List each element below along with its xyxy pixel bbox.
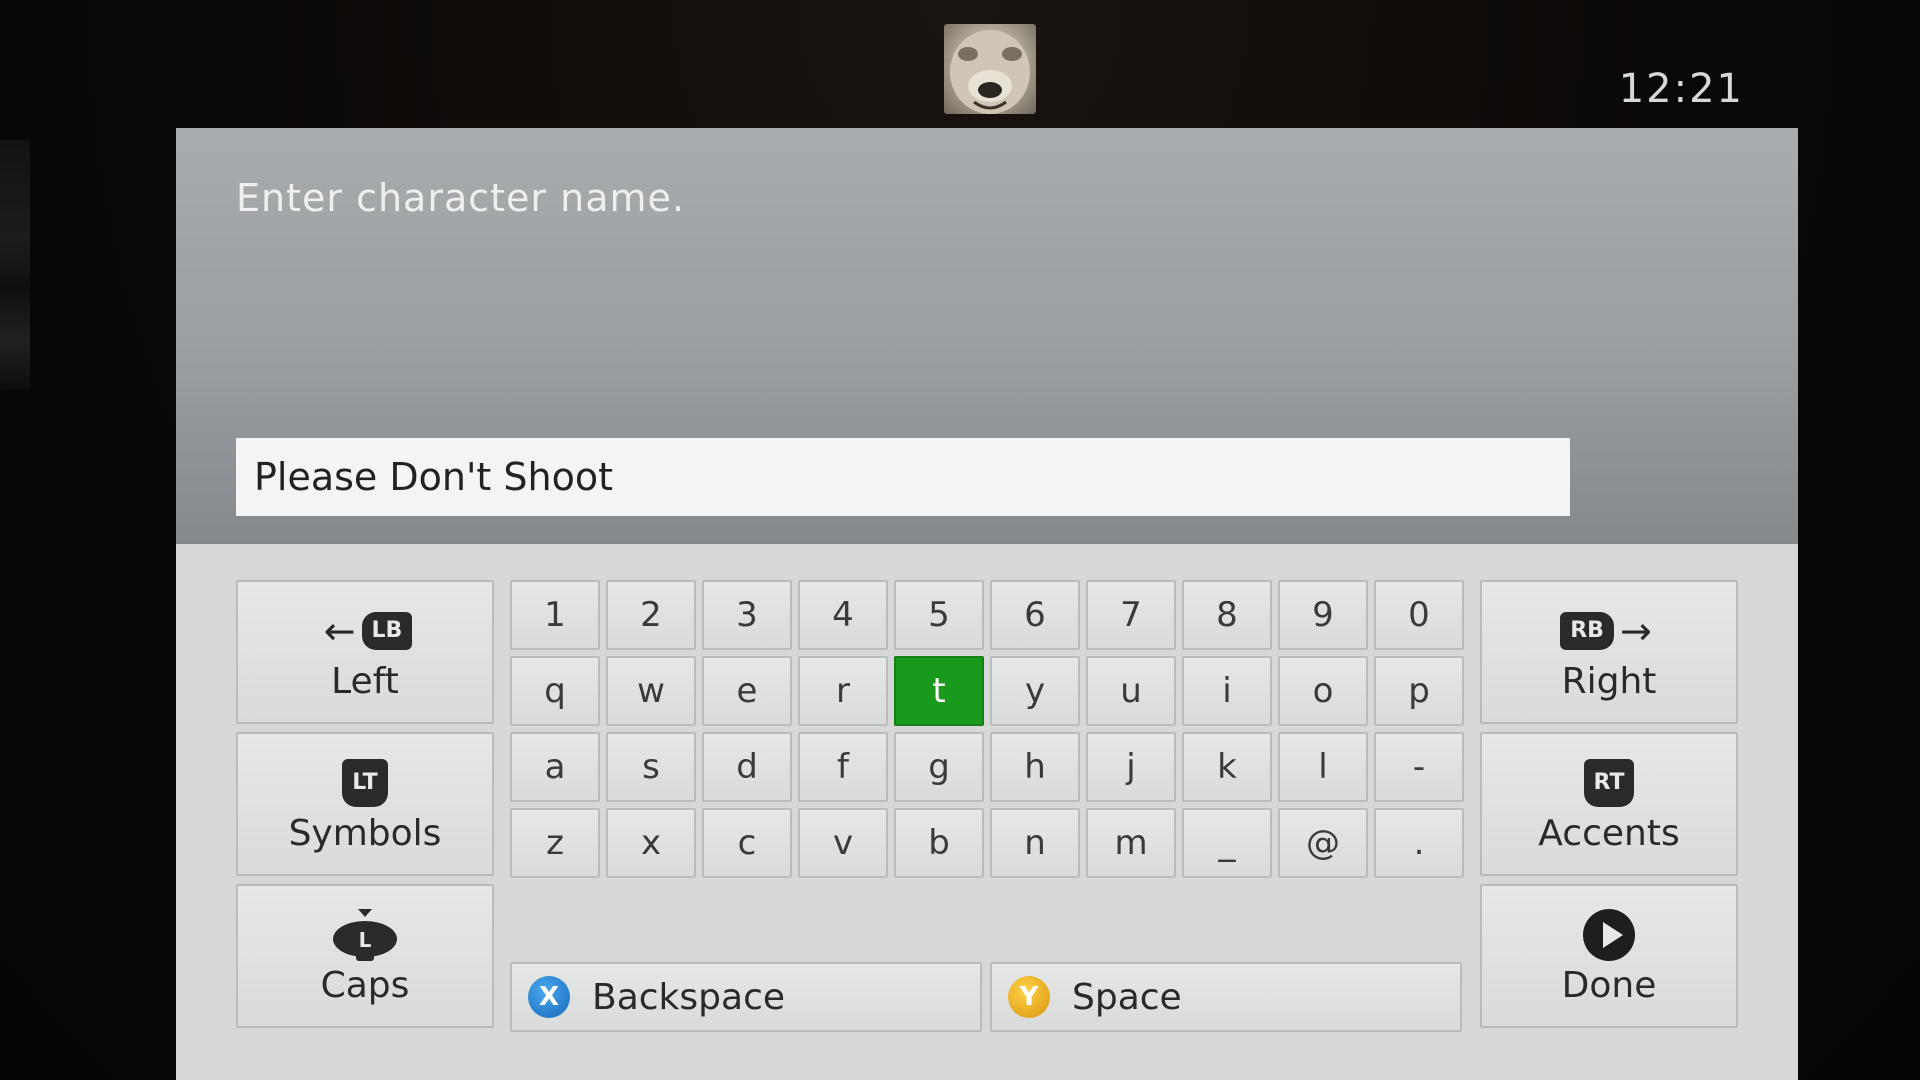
key-h[interactable]: h bbox=[990, 732, 1080, 802]
key-@[interactable]: @ bbox=[1278, 808, 1368, 878]
rb-bumper-icon: RB bbox=[1560, 611, 1614, 650]
caps-label: Caps bbox=[320, 964, 410, 1006]
key-j[interactable]: j bbox=[1086, 732, 1176, 802]
key-u[interactable]: u bbox=[1086, 656, 1176, 726]
key-q[interactable]: q bbox=[510, 656, 600, 726]
accents-label: Accents bbox=[1538, 812, 1680, 854]
key-2[interactable]: 2 bbox=[606, 580, 696, 650]
clock: 12:21 bbox=[1618, 66, 1744, 112]
lt-trigger-icon: LT bbox=[342, 758, 388, 807]
done-button[interactable]: Done bbox=[1480, 884, 1738, 1028]
dialog-header: Enter character name. Please Don't Shoot bbox=[176, 128, 1798, 544]
key-m[interactable]: m bbox=[1086, 808, 1176, 878]
space-label: Space bbox=[1072, 976, 1182, 1018]
key-4[interactable]: 4 bbox=[798, 580, 888, 650]
key-c[interactable]: c bbox=[702, 808, 792, 878]
move-left-button[interactable]: ← LB Left bbox=[236, 580, 494, 724]
y-button-icon: Y bbox=[1008, 976, 1050, 1018]
done-label: Done bbox=[1561, 964, 1657, 1006]
symbols-button[interactable]: LT Symbols bbox=[236, 732, 494, 876]
key-6[interactable]: 6 bbox=[990, 580, 1080, 650]
key-o[interactable]: o bbox=[1278, 656, 1368, 726]
key-x[interactable]: x bbox=[606, 808, 696, 878]
move-right-label: Right bbox=[1561, 660, 1657, 702]
key-a[interactable]: a bbox=[510, 732, 600, 802]
key-z[interactable]: z bbox=[510, 808, 600, 878]
symbols-label: Symbols bbox=[288, 812, 442, 854]
key-p[interactable]: p bbox=[1374, 656, 1464, 726]
dog-avatar-icon bbox=[950, 30, 1030, 114]
key-g[interactable]: g bbox=[894, 732, 984, 802]
prompt-text: Enter character name. bbox=[236, 176, 685, 220]
key-l[interactable]: l bbox=[1278, 732, 1368, 802]
key--[interactable]: - bbox=[1374, 732, 1464, 802]
key-1[interactable]: 1 bbox=[510, 580, 600, 650]
key-w[interactable]: w bbox=[606, 656, 696, 726]
arrow-left-icon: ← bbox=[323, 608, 356, 653]
arrow-right-icon: → bbox=[1619, 608, 1652, 653]
key-v[interactable]: v bbox=[798, 808, 888, 878]
key-d[interactable]: d bbox=[702, 732, 792, 802]
x-button-icon: X bbox=[528, 976, 570, 1018]
gamer-picture-avatar bbox=[944, 24, 1036, 114]
key-t[interactable]: t bbox=[894, 656, 984, 726]
key-f[interactable]: f bbox=[798, 732, 888, 802]
background-shadow bbox=[0, 140, 30, 390]
key-r[interactable]: r bbox=[798, 656, 888, 726]
key-0[interactable]: 0 bbox=[1374, 580, 1464, 650]
key-7[interactable]: 7 bbox=[1086, 580, 1176, 650]
stick-letter: L bbox=[359, 928, 372, 952]
key-9[interactable]: 9 bbox=[1278, 580, 1368, 650]
character-name-input[interactable]: Please Don't Shoot bbox=[236, 438, 1570, 516]
key-i[interactable]: i bbox=[1182, 656, 1272, 726]
key-n[interactable]: n bbox=[990, 808, 1080, 878]
caps-button[interactable]: L Caps bbox=[236, 884, 494, 1028]
key-k[interactable]: k bbox=[1182, 732, 1272, 802]
screen: 12:21 Enter character name. Please Don't… bbox=[0, 0, 1920, 1080]
backspace-label: Backspace bbox=[592, 976, 786, 1018]
key-_[interactable]: _ bbox=[1182, 808, 1272, 878]
move-right-button[interactable]: RB → Right bbox=[1480, 580, 1738, 724]
key-3[interactable]: 3 bbox=[702, 580, 792, 650]
virtual-keyboard: ← LB Left LT Symbols L Caps RB → Right R… bbox=[176, 544, 1798, 1080]
move-left-label: Left bbox=[331, 660, 399, 702]
key-e[interactable]: e bbox=[702, 656, 792, 726]
key-b[interactable]: b bbox=[894, 808, 984, 878]
space-button[interactable]: Y Space bbox=[990, 962, 1462, 1032]
lb-bumper-icon: LB bbox=[361, 611, 413, 650]
keyboard-dialog: Enter character name. Please Don't Shoot… bbox=[176, 128, 1798, 1080]
backspace-button[interactable]: X Backspace bbox=[510, 962, 982, 1032]
key-8[interactable]: 8 bbox=[1182, 580, 1272, 650]
rt-trigger-icon: RT bbox=[1583, 758, 1635, 807]
start-button-icon bbox=[1583, 908, 1635, 961]
key-s[interactable]: s bbox=[606, 732, 696, 802]
key-y[interactable]: y bbox=[990, 656, 1080, 726]
key-5[interactable]: 5 bbox=[894, 580, 984, 650]
left-stick-click-icon: L bbox=[333, 908, 397, 961]
accents-button[interactable]: RT Accents bbox=[1480, 732, 1738, 876]
key-.[interactable]: . bbox=[1374, 808, 1464, 878]
